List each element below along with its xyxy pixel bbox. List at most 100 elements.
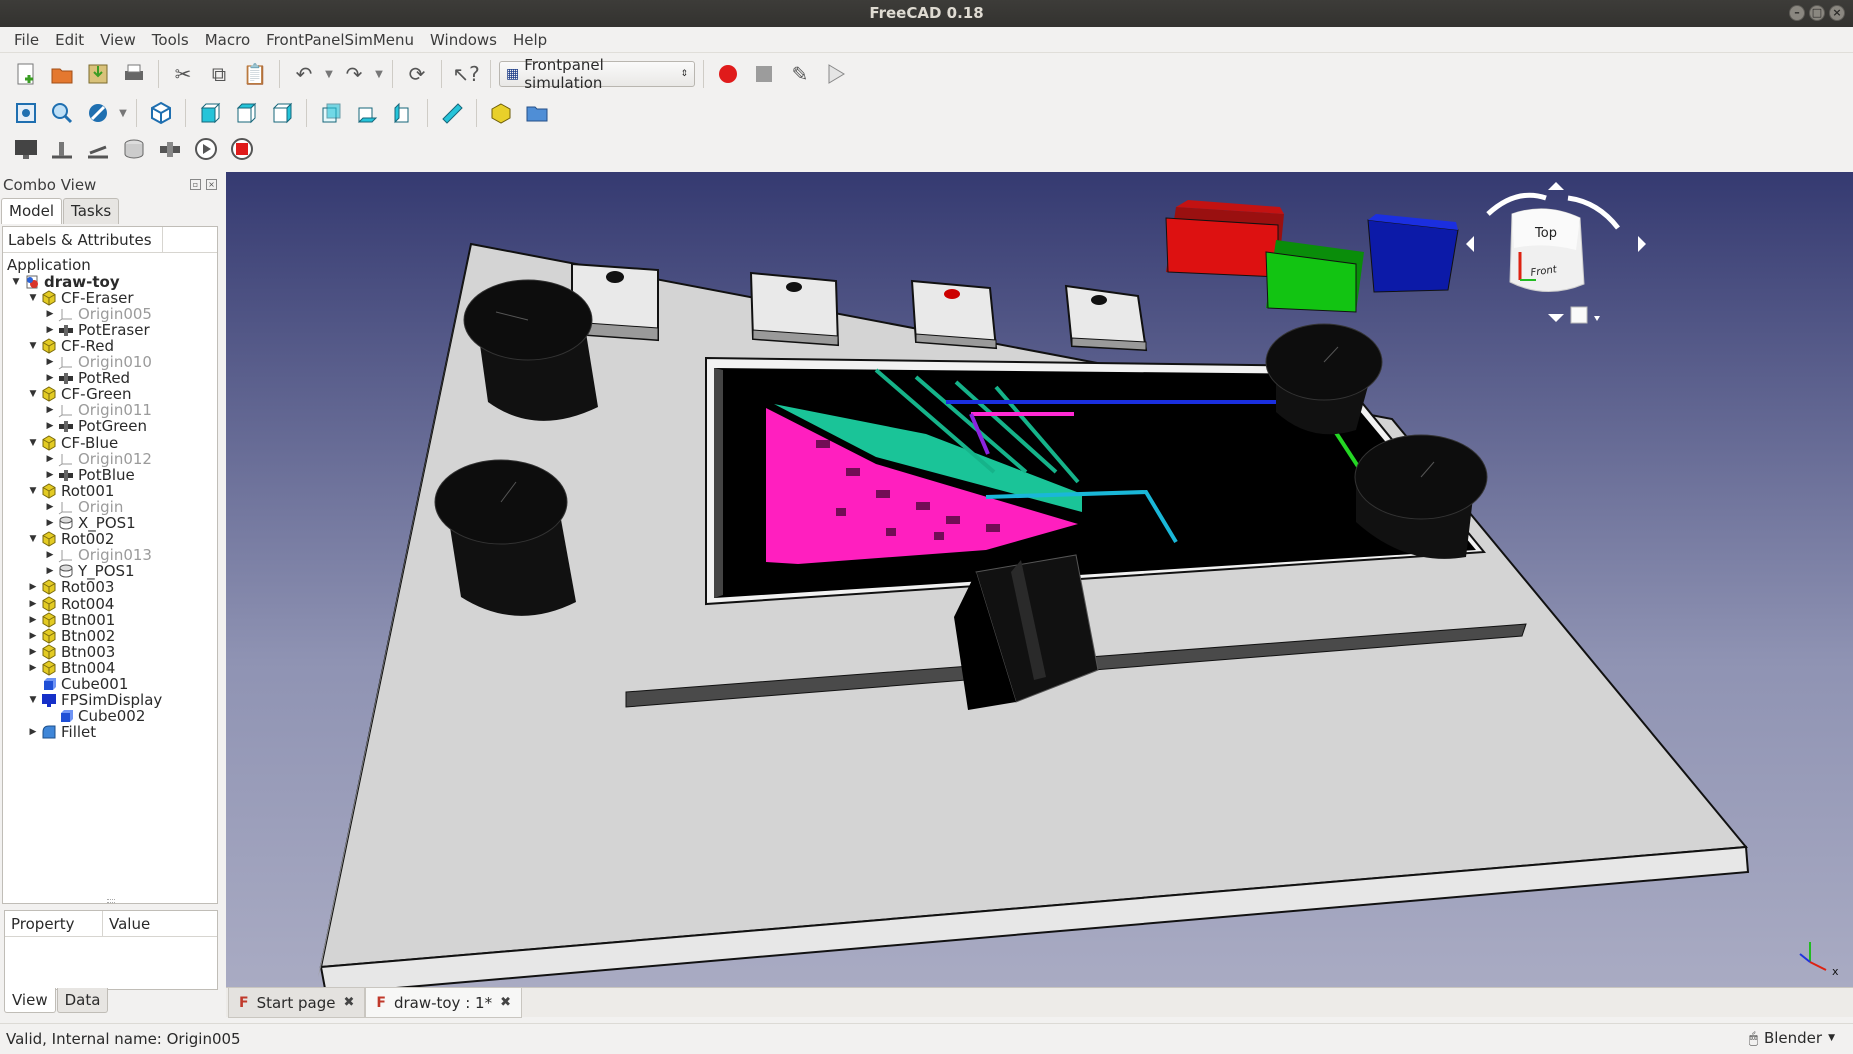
tree-scroll-grip[interactable] <box>107 899 115 903</box>
tab-start-page[interactable]: F Start page ✖ <box>228 988 366 1018</box>
new-document-icon[interactable] <box>10 58 42 90</box>
cut-icon[interactable]: ✂ <box>167 58 199 90</box>
expand-arrow-icon[interactable]: ▶ <box>26 615 40 625</box>
expand-arrow-icon[interactable]: ▶ <box>43 550 57 560</box>
create-part-icon[interactable] <box>485 97 517 129</box>
expand-arrow-icon[interactable]: ▶ <box>43 357 57 367</box>
collapse-arrow-icon[interactable]: ▼ <box>26 534 40 544</box>
expand-arrow-icon[interactable]: ▶ <box>26 631 40 641</box>
expand-arrow-icon[interactable]: ▶ <box>26 582 40 592</box>
collapse-arrow-icon[interactable]: ▼ <box>26 293 40 303</box>
measure-icon[interactable] <box>436 97 468 129</box>
refresh-icon[interactable]: ⟳ <box>401 58 433 90</box>
collapse-arrow-icon[interactable]: ▼ <box>26 695 40 705</box>
view-front-icon[interactable] <box>194 97 226 129</box>
button-icon[interactable] <box>154 133 186 165</box>
menu-tools[interactable]: Tools <box>144 31 197 49</box>
undo-dropdown-icon[interactable]: ▼ <box>324 69 334 80</box>
undock-icon[interactable]: ▫ <box>190 179 201 190</box>
tree-item-fillet[interactable]: ▶ Fillet <box>26 723 97 742</box>
display-icon[interactable] <box>10 133 42 165</box>
fit-selection-icon[interactable] <box>46 97 78 129</box>
open-folder-icon[interactable] <box>46 58 78 90</box>
expand-arrow-icon[interactable]: ▶ <box>26 663 40 673</box>
expand-arrow-icon[interactable]: ▶ <box>43 502 57 512</box>
menu-file[interactable]: File <box>6 31 47 49</box>
tab-tasks[interactable]: Tasks <box>63 198 120 224</box>
close-tab-icon[interactable]: ✖ <box>343 995 354 1010</box>
menu-help[interactable]: Help <box>505 31 555 49</box>
tab-draw-toy[interactable]: Fdraw-toy : 1* ✖ <box>365 988 522 1018</box>
display-icon <box>40 692 58 708</box>
collapse-arrow-icon[interactable]: ▼ <box>26 341 40 351</box>
collapse-arrow-icon[interactable]: ▼ <box>26 438 40 448</box>
workbench-selector[interactable]: ▦ Frontpanel simulation ⇕ <box>499 56 695 92</box>
view-isometric-icon[interactable] <box>145 97 177 129</box>
macro-edit-icon[interactable]: ✎ <box>784 58 816 90</box>
tab-model[interactable]: Model <box>1 198 63 224</box>
menu-view[interactable]: View <box>92 31 144 49</box>
view-top-icon[interactable] <box>230 97 262 129</box>
whats-this-icon[interactable]: ↖? <box>450 58 482 90</box>
expand-arrow-icon[interactable]: ▶ <box>43 566 57 576</box>
expand-arrow-icon[interactable]: ▶ <box>43 405 57 415</box>
draw-style-icon[interactable] <box>82 97 114 129</box>
view-left-icon[interactable] <box>387 97 419 129</box>
window-titlebar: FreeCAD 0.18 – □ × <box>0 0 1853 27</box>
menu-edit[interactable]: Edit <box>47 31 92 49</box>
expand-arrow-icon[interactable]: ▶ <box>43 470 57 480</box>
3d-viewport[interactable]: Top Front x <box>226 172 1853 996</box>
fit-all-icon[interactable] <box>10 97 42 129</box>
collapse-arrow-icon[interactable]: ▼ <box>26 486 40 496</box>
close-tab-icon[interactable]: ✖ <box>500 995 511 1010</box>
undo-icon[interactable]: ↶ <box>288 58 320 90</box>
rotary-pot-icon[interactable] <box>82 133 114 165</box>
menu-windows[interactable]: Windows <box>422 31 505 49</box>
draw-style-dropdown-icon[interactable]: ▼ <box>118 108 128 119</box>
paste-icon[interactable]: 📋 <box>239 58 271 90</box>
sim-run-icon[interactable] <box>190 133 222 165</box>
minimize-button[interactable]: – <box>1789 5 1805 21</box>
collapse-arrow-icon[interactable]: ▼ <box>9 277 23 287</box>
navigation-style-label: Blender <box>1763 1029 1823 1047</box>
navigation-style-selector[interactable]: 🖱 Blender ▼ <box>1749 1023 1835 1053</box>
view-right-icon[interactable] <box>266 97 298 129</box>
value-column-header[interactable]: Value <box>103 911 217 936</box>
linear-pot-icon[interactable] <box>46 133 78 165</box>
maximize-button[interactable]: □ <box>1809 5 1825 21</box>
menu-frontpanelsim[interactable]: FrontPanelSimMenu <box>258 31 422 49</box>
redo-icon[interactable]: ↷ <box>338 58 370 90</box>
expand-arrow-icon[interactable]: ▶ <box>26 727 40 737</box>
view-bottom-icon[interactable] <box>351 97 383 129</box>
expand-arrow-icon[interactable]: ▶ <box>43 309 57 319</box>
model-tree[interactable]: Labels & Attributes Application ▼ draw-to… <box>2 226 218 904</box>
panel-close-icon[interactable]: × <box>206 179 217 190</box>
property-column-header[interactable]: Property <box>5 911 103 936</box>
create-group-icon[interactable] <box>521 97 553 129</box>
sim-stop-icon[interactable] <box>226 133 258 165</box>
tab-data[interactable]: Data <box>56 988 109 1013</box>
save-icon[interactable] <box>82 58 114 90</box>
part-icon <box>40 660 58 676</box>
redo-dropdown-icon[interactable]: ▼ <box>374 69 384 80</box>
menu-macro[interactable]: Macro <box>197 31 258 49</box>
view-rear-icon[interactable] <box>315 97 347 129</box>
cylinder-icon[interactable] <box>118 133 150 165</box>
expand-arrow-icon[interactable]: ▶ <box>43 421 57 431</box>
expand-arrow-icon[interactable]: ▶ <box>43 454 57 464</box>
expand-arrow-icon[interactable]: ▶ <box>43 373 57 383</box>
collapse-arrow-icon[interactable]: ▼ <box>26 389 40 399</box>
close-button[interactable]: × <box>1829 5 1845 21</box>
macro-stop-icon[interactable] <box>748 58 780 90</box>
expand-arrow-icon[interactable]: ▶ <box>43 325 57 335</box>
push-button-3 <box>910 279 998 350</box>
print-icon[interactable] <box>118 58 150 90</box>
tab-view[interactable]: View <box>4 988 56 1013</box>
expand-arrow-icon[interactable]: ▶ <box>26 599 40 609</box>
expand-arrow-icon[interactable]: ▶ <box>43 518 57 528</box>
copy-icon[interactable]: ⧉ <box>203 58 235 90</box>
macro-run-icon[interactable] <box>820 58 852 90</box>
expand-arrow-icon[interactable]: ▶ <box>26 647 40 657</box>
tree-header[interactable]: Labels & Attributes <box>3 227 163 252</box>
macro-record-icon[interactable] <box>712 58 744 90</box>
